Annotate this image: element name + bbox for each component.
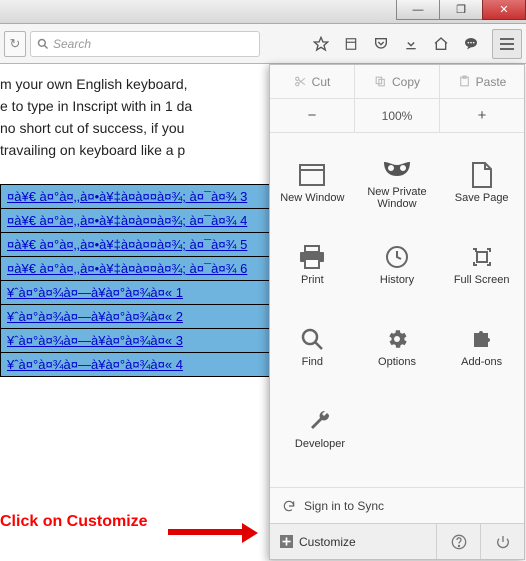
body-text-line: travailing on keyboard like a p [0, 142, 185, 158]
new-window-button[interactable]: New Window [270, 141, 355, 223]
gear-icon [385, 327, 409, 351]
downloads-icon[interactable] [398, 31, 424, 57]
new-private-window-button[interactable]: New Private Window [355, 141, 440, 223]
printer-icon [299, 245, 325, 269]
copy-label: Copy [392, 75, 420, 89]
bookmarks-list-icon[interactable] [338, 31, 364, 57]
help-icon [451, 534, 467, 550]
table-row[interactable]: ¤à¥€ à¤°à¤‚,à¤•à¥‡à¤à¤¤à¤¾; à¤¯à¤¾ 3 [1, 185, 269, 208]
chat-icon[interactable] [458, 31, 484, 57]
options-button[interactable]: Options [355, 305, 440, 387]
grid-label: Full Screen [454, 274, 510, 286]
fullscreen-button[interactable]: Full Screen [439, 223, 524, 305]
find-button[interactable]: Find [270, 305, 355, 387]
help-button[interactable] [436, 524, 480, 559]
page-icon [472, 162, 492, 188]
link-table: ¤à¥€ à¤°à¤‚,à¤•à¥‡à¤à¤¤à¤¾; à¤¯à¤¾ 3 ¤à¥… [0, 184, 270, 377]
minimize-button[interactable]: — [396, 0, 440, 20]
puzzle-icon [470, 327, 494, 351]
copy-button[interactable]: Copy [354, 65, 439, 98]
table-row[interactable]: ¤à¥€ à¤°à¤‚,à¤•à¥‡à¤à¤¤à¤¾; à¤¯à¤¾ 5 [1, 232, 269, 256]
fullscreen-icon [470, 245, 494, 269]
power-icon [495, 534, 511, 550]
table-row[interactable]: ¥ˆà¤°à¤¾à¤—à¥à¤°à¤¾à¤« 1 [1, 280, 269, 304]
plus-box-icon [280, 535, 293, 548]
developer-button[interactable]: Developer [278, 387, 362, 469]
paste-button[interactable]: Paste [439, 65, 524, 98]
body-text-line: no short cut of success, if you [0, 120, 184, 136]
grid-label: New Private Window [367, 186, 426, 210]
history-button[interactable]: History [355, 223, 440, 305]
window-title-bar: — ❐ ✕ [0, 0, 526, 24]
scissors-icon [294, 75, 307, 88]
cut-label: Cut [312, 75, 331, 89]
grid-label: Find [302, 356, 323, 368]
zoom-in-button[interactable]: + [439, 99, 524, 132]
grid-label: History [380, 274, 414, 286]
mask-icon [382, 160, 412, 178]
clock-icon [385, 245, 409, 269]
exit-button[interactable] [480, 524, 524, 559]
window-icon [299, 164, 325, 186]
search-icon [300, 327, 324, 351]
restore-button[interactable]: ❐ [439, 0, 483, 20]
zoom-out-button[interactable]: − [270, 99, 354, 132]
addons-button[interactable]: Add-ons [439, 305, 524, 387]
hamburger-icon [500, 43, 514, 45]
grid-label: Add-ons [461, 356, 502, 368]
customize-label: Customize [299, 535, 356, 549]
zoom-level[interactable]: 100% [354, 99, 439, 132]
grid-label: Save Page [455, 192, 509, 204]
search-box[interactable]: Search [30, 31, 260, 57]
table-row[interactable]: ¥ˆà¤°à¤¾à¤—à¥à¤°à¤¾à¤« 2 [1, 304, 269, 328]
table-row[interactable]: ¥ˆà¤°à¤¾à¤—à¥à¤°à¤¾à¤« 3 [1, 328, 269, 352]
annotation-arrow [168, 526, 258, 536]
grid-label: Developer [295, 438, 345, 450]
close-button[interactable]: ✕ [482, 0, 526, 20]
sign-in-sync-button[interactable]: Sign in to Sync [270, 487, 524, 523]
annotation-text: Click on Customize [0, 513, 148, 531]
search-icon [37, 38, 49, 50]
bookmark-star-icon[interactable] [308, 31, 334, 57]
search-placeholder: Search [53, 37, 91, 51]
customize-button[interactable]: Customize [270, 524, 436, 559]
menu-button[interactable] [492, 29, 522, 59]
paste-icon [458, 75, 471, 88]
grid-label: Options [378, 356, 416, 368]
nav-toolbar: ↻ Search [0, 24, 526, 64]
grid-label: New Window [280, 192, 344, 204]
copy-icon [374, 75, 387, 88]
table-row[interactable]: ¤à¥€ à¤°à¤‚,à¤•à¥‡à¤à¤¤à¤¾; à¤¯à¤¾ 6 [1, 256, 269, 280]
body-text-line: m your own English keyboard, [0, 76, 188, 92]
wrench-icon [308, 409, 332, 433]
pocket-icon[interactable] [368, 31, 394, 57]
sync-icon [282, 499, 296, 513]
cut-button[interactable]: Cut [270, 65, 354, 98]
body-text-line: e to type in Inscript with in 1 da [0, 98, 192, 114]
print-button[interactable]: Print [270, 223, 355, 305]
reload-button[interactable]: ↻ [4, 31, 26, 57]
save-page-button[interactable]: Save Page [439, 141, 524, 223]
sign-in-label: Sign in to Sync [304, 499, 384, 513]
table-row[interactable]: ¥ˆà¤°à¤¾à¤—à¥à¤°à¤¾à¤« 4 [1, 352, 269, 376]
paste-label: Paste [476, 75, 507, 89]
page-content: m your own English keyboard, e to type i… [0, 64, 270, 377]
hamburger-menu-panel: Cut Copy Paste − 100% + New Window New P… [269, 64, 525, 560]
grid-label: Print [301, 274, 324, 286]
table-row[interactable]: ¤à¥€ à¤°à¤‚,à¤•à¥‡à¤à¤¤à¤¾; à¤¯à¤¾ 4 [1, 208, 269, 232]
home-icon[interactable] [428, 31, 454, 57]
